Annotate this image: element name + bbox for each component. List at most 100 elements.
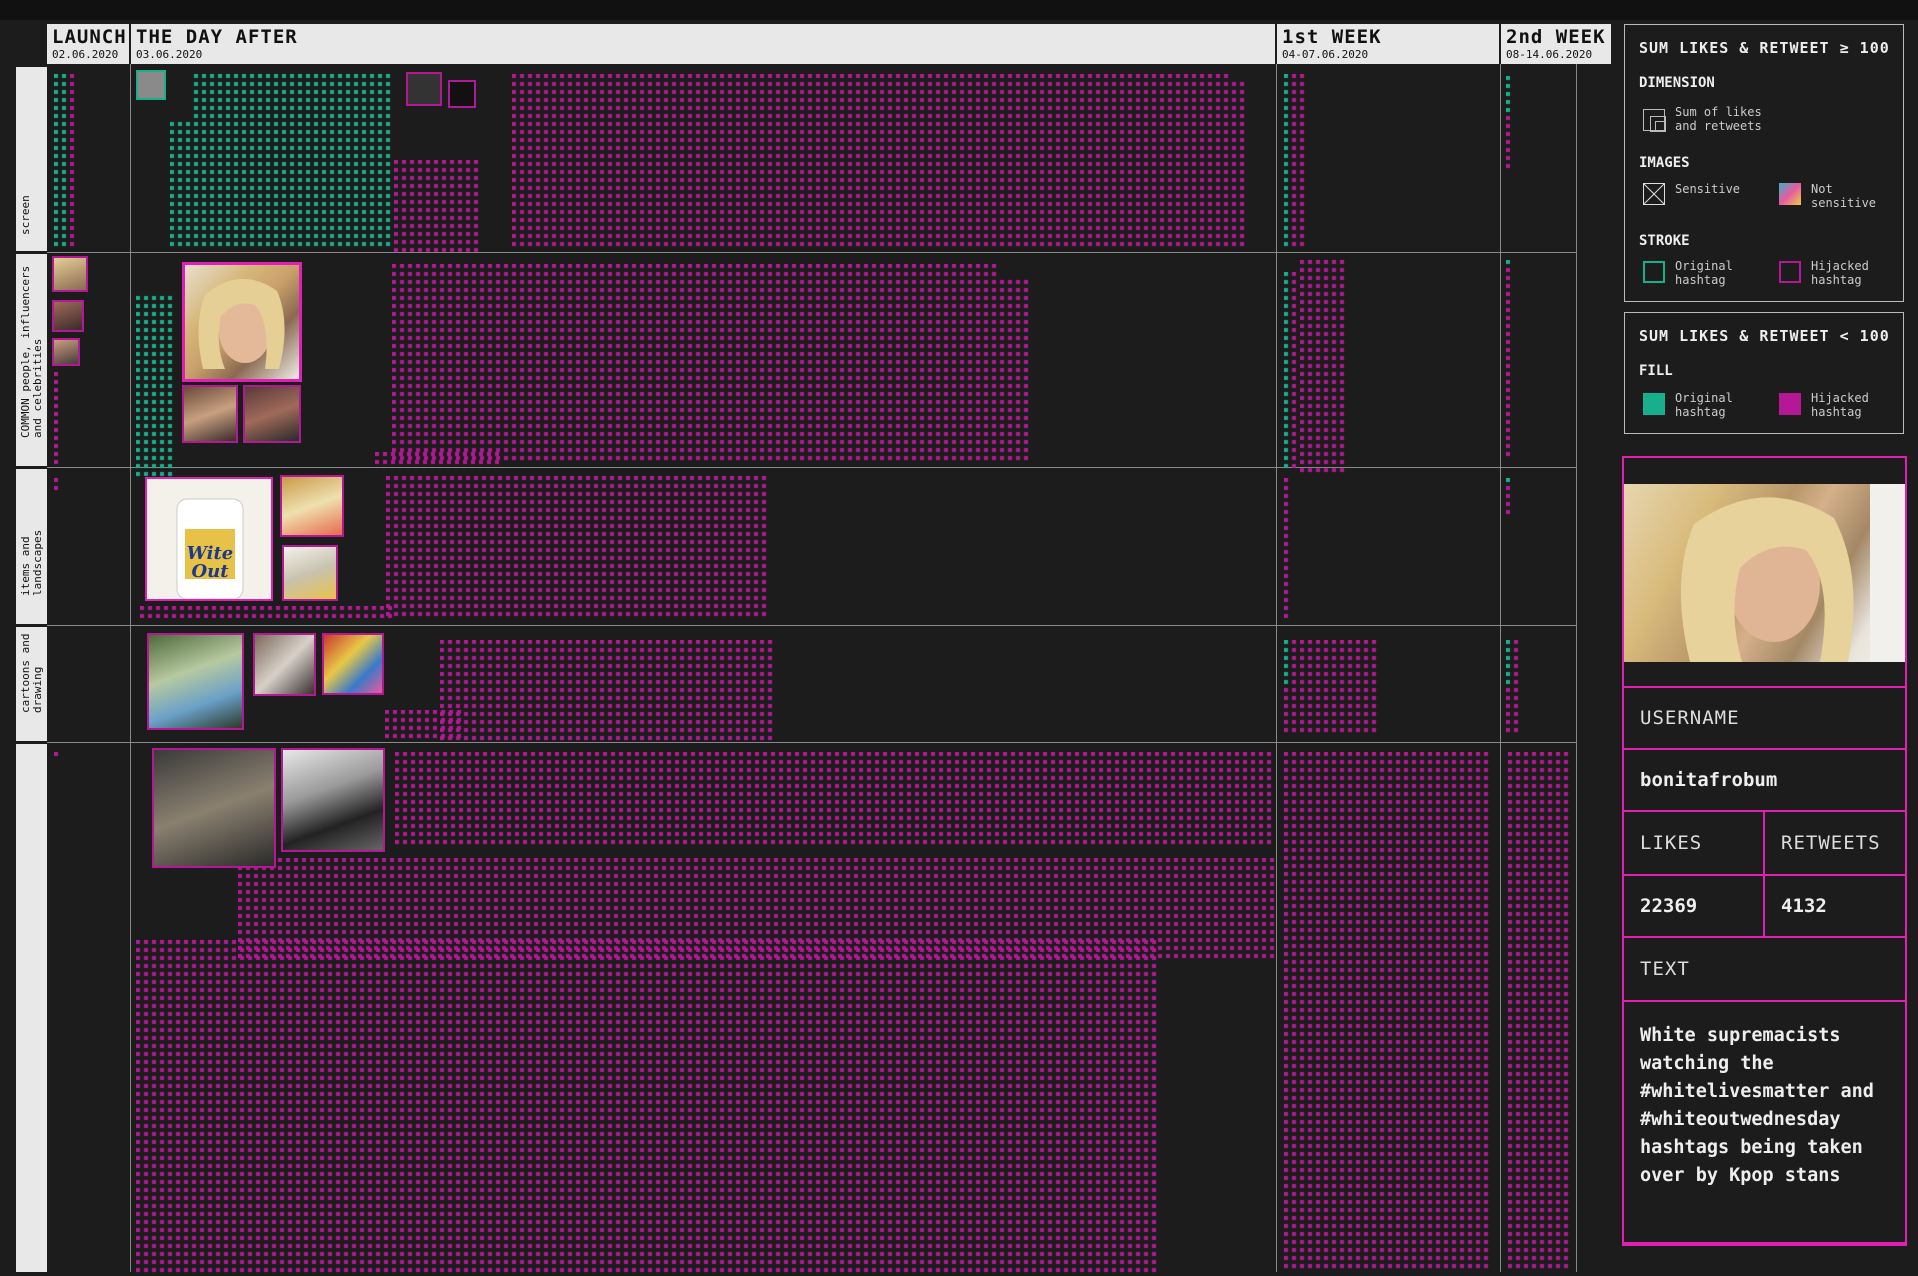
hijacked-fill-swatch <box>1779 393 1801 415</box>
people-thumbnail[interactable] <box>243 385 301 443</box>
cartoon-thumbnail[interactable] <box>322 633 384 695</box>
sensitive-image-icon <box>1643 183 1665 205</box>
row-divider <box>47 742 1577 743</box>
dot-grid-block <box>54 752 62 760</box>
dot-grid-block <box>170 74 394 250</box>
dot-grid-block <box>1284 478 1292 622</box>
column-date: 03.06.2020 <box>136 48 203 61</box>
people-thumbnail[interactable] <box>52 256 88 292</box>
row-label-text: COMMON people, influencers and celebriti… <box>19 265 44 438</box>
wite-out-thumbnail[interactable] <box>282 545 338 601</box>
dot-grid-block <box>385 710 465 742</box>
retweets-value: 4132 <box>1763 874 1907 938</box>
row-label-screen: screen <box>16 67 47 251</box>
people-thumbnail[interactable] <box>182 385 238 443</box>
dot-grid-block <box>386 476 770 620</box>
people-thumbnail[interactable] <box>152 748 276 868</box>
original-stroke-swatch <box>1643 261 1665 283</box>
dot-grid-block <box>1508 752 1572 1272</box>
dot-grid-block <box>1506 640 1522 736</box>
top-bar <box>0 0 1918 20</box>
hijacked-stroke-swatch <box>1779 261 1801 283</box>
dot-grid-block <box>1506 478 1514 518</box>
dot-grid-block <box>1300 260 1348 476</box>
column-title: THE DAY AFTER <box>136 26 298 48</box>
column-header-day-after: THE DAY AFTER 03.06.2020 <box>131 24 1277 64</box>
original-fill-swatch <box>1643 393 1665 415</box>
legend-item: Sum of likes and retweets <box>1675 105 1762 133</box>
likes-value: 22369 <box>1622 874 1765 938</box>
legend-item: Original hashtag <box>1675 391 1733 419</box>
dot-grid-block <box>1506 260 1514 460</box>
dot-grid-block <box>1284 74 1308 250</box>
tweet-text: White supremacists watching the #whiteli… <box>1622 1000 1907 1246</box>
column-divider <box>1500 64 1501 1272</box>
text-label: TEXT <box>1622 936 1907 1002</box>
row-label-other <box>16 744 47 1272</box>
people-thumbnail[interactable] <box>52 300 84 332</box>
cartoon-thumbnail[interactable] <box>147 633 244 730</box>
dot-grid-block <box>392 264 1032 464</box>
legend-low-engagement: SUM LIKES & RETWEET < 100 FILL Original … <box>1624 312 1904 434</box>
dot-grid-block <box>54 372 62 468</box>
column-date: 02.06.2020 <box>52 48 119 61</box>
cartoon-thumbnail[interactable] <box>253 633 316 696</box>
legend-item: Sensitive <box>1675 182 1741 196</box>
column-header-second-week: 2nd WEEK 08-14.06.2020 <box>1501 24 1611 64</box>
highlighted-tweet-thumbnail[interactable] <box>182 262 302 382</box>
tweet-detail-panel: USERNAME bonitafrobum LIKES RETWEETS 223… <box>1622 456 1907 1246</box>
face-image-icon <box>198 278 285 369</box>
people-thumbnail[interactable] <box>52 338 80 366</box>
column-title: LAUNCH <box>52 26 127 48</box>
screen-thumbnail[interactable] <box>136 70 166 100</box>
row-label-text: items and landscapes <box>19 529 44 596</box>
row-label-people: COMMON people, influencers and celebriti… <box>16 254 47 466</box>
dot-grid-block <box>1300 640 1380 736</box>
legend-heading: STROKE <box>1639 233 1690 249</box>
screen-thumbnail[interactable] <box>448 80 476 108</box>
column-header-first-week: 1st WEEK 04-07.06.2020 <box>1277 24 1501 64</box>
dot-grid-block <box>140 606 396 622</box>
legend-item: Hijacked hashtag <box>1811 391 1869 419</box>
column-date: 08-14.06.2020 <box>1506 48 1593 61</box>
column-header-launch: LAUNCH 02.06.2020 <box>47 24 131 64</box>
legend-heading: IMAGES <box>1639 155 1690 171</box>
dot-grid-block <box>136 940 1160 1276</box>
dot-grid-block <box>440 640 776 744</box>
dot-grid-block <box>1284 272 1300 472</box>
dot-grid-block <box>136 272 176 480</box>
dot-grid-block <box>1284 640 1300 736</box>
tweet-image[interactable] <box>1624 484 1905 662</box>
legend-item: Original hashtag <box>1675 259 1733 287</box>
likes-label: LIKES <box>1622 810 1765 876</box>
column-title: 2nd WEEK <box>1506 26 1606 48</box>
legend-item: Hijacked hashtag <box>1811 259 1869 287</box>
legend-item: Not sensitive <box>1811 182 1877 210</box>
legend-title: SUM LIKES & RETWEET ≥ 100 <box>1639 39 1890 57</box>
row-label-items: items and landscapes <box>16 469 47 624</box>
row-label-text: cartoons and drawing <box>19 633 44 713</box>
legend-heading: DIMENSION <box>1639 75 1715 91</box>
row-divider <box>47 625 1577 626</box>
column-divider <box>1276 64 1277 1272</box>
dot-grid-block <box>395 752 1275 848</box>
dot-grid-block <box>1506 76 1514 172</box>
screen-thumbnail[interactable] <box>406 72 442 106</box>
dot-grid-block <box>512 74 1248 250</box>
dot-grid-block <box>54 478 62 494</box>
dimension-icon <box>1643 109 1666 132</box>
username-value[interactable]: bonitafrobum <box>1622 748 1907 812</box>
people-thumbnail[interactable] <box>281 748 385 852</box>
dot-grid-block <box>394 160 482 256</box>
wite-out-thumbnail[interactable] <box>280 475 344 537</box>
wite-out-thumbnail[interactable]: Wite Out <box>145 477 273 601</box>
username-label: USERNAME <box>1622 686 1907 750</box>
column-date: 04-07.06.2020 <box>1282 48 1369 61</box>
column-divider <box>130 64 131 1272</box>
face-image-icon <box>1680 484 1905 662</box>
legend-high-engagement: SUM LIKES & RETWEET ≥ 100 DIMENSION Sum … <box>1624 24 1904 302</box>
row-divider <box>47 252 1577 253</box>
column-divider <box>1576 64 1577 1272</box>
dot-grid-block <box>1284 752 1492 1272</box>
legend-title: SUM LIKES & RETWEET < 100 <box>1639 327 1890 345</box>
